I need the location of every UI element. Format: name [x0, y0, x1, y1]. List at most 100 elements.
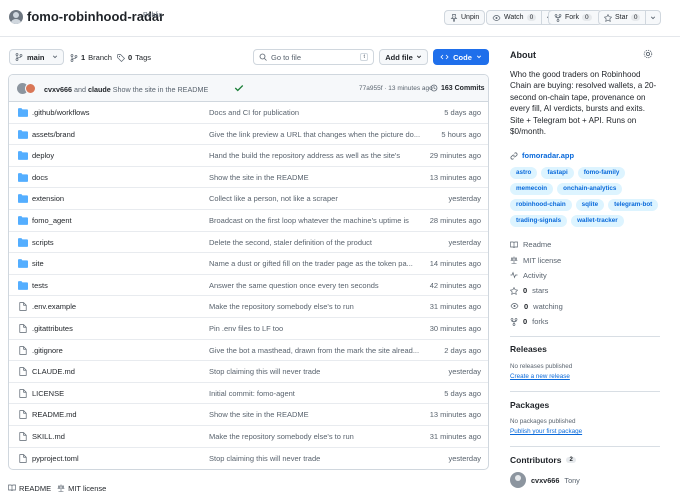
file-name[interactable]: LICENSE	[32, 389, 64, 398]
file-name[interactable]: deploy	[32, 151, 54, 160]
file-commit-message[interactable]: Answer the same question once every ten …	[209, 281, 421, 290]
file-name[interactable]: README.md	[32, 410, 77, 419]
file-commit-message[interactable]: Collect like a person, not like a scrape…	[209, 194, 421, 203]
file-commit-message[interactable]: Give the bot a masthead, drawn from the …	[209, 346, 421, 355]
file-commit-message[interactable]: Broadcast on the first loop whatever the…	[209, 216, 421, 225]
create-release-link[interactable]: Create a new release	[510, 373, 570, 380]
table-row[interactable]: docs Show the site in the README 13 minute…	[9, 167, 488, 189]
file-name[interactable]: pyproject.toml	[32, 454, 79, 463]
file-name[interactable]: tests	[32, 281, 48, 290]
check-icon[interactable]	[234, 83, 244, 93]
table-row[interactable]: assets/brand Give the link preview a URL …	[9, 124, 488, 146]
topic-tag[interactable]: robinhood-chain	[510, 199, 572, 211]
commits-history-link[interactable]: 163 Commits	[430, 84, 485, 92]
topic-tag[interactable]: fomo-family	[577, 167, 626, 179]
table-row[interactable]: .env.example Make the repository somebody…	[9, 296, 488, 318]
watching-link[interactable]: 0 watching	[510, 299, 660, 314]
table-row[interactable]: SKILL.md Make the repository somebody els…	[9, 426, 488, 448]
table-row[interactable]: pyproject.toml Stop claiming this will ne…	[9, 448, 488, 470]
publish-package-link[interactable]: Publish your first package	[510, 428, 582, 435]
file-commit-message[interactable]: Name a dust or gifted fill on the trader…	[209, 259, 421, 268]
tags-link[interactable]: 0 Tags	[117, 53, 151, 62]
file-name[interactable]: site	[32, 259, 44, 268]
star-dropdown[interactable]	[645, 11, 660, 24]
file-commit-message[interactable]: Docs and CI for publication	[209, 108, 421, 117]
branch-selector[interactable]: main	[9, 49, 64, 65]
gear-icon[interactable]	[643, 49, 653, 59]
website-link[interactable]: fomoradar.app	[510, 151, 574, 160]
file-name[interactable]: SKILL.md	[32, 432, 65, 441]
file-name[interactable]: extension	[32, 194, 64, 203]
releases-heading[interactable]: Releases	[510, 344, 547, 354]
table-row[interactable]: .gitattributes Pin .env files to LF too 30…	[9, 318, 488, 340]
file-commit-message[interactable]: Give the link preview a URL that changes…	[209, 130, 421, 139]
contributor-item[interactable]: cvxv666 Tony	[510, 472, 580, 488]
topic-tag[interactable]: telegram-bot	[608, 199, 659, 211]
file-commit-message[interactable]: Stop claiming this will never trade	[209, 367, 421, 376]
unpin-button[interactable]: Unpin	[444, 10, 486, 25]
table-row[interactable]: README.md Show the site in the README 13 m…	[9, 404, 488, 426]
file-commit-message[interactable]: Make the repository somebody else's to r…	[209, 432, 421, 441]
table-row[interactable]: scripts Delete the second, staler definit…	[9, 232, 488, 254]
readme-link[interactable]: Readme	[510, 237, 660, 252]
watch-button[interactable]: Watch 0	[486, 10, 558, 25]
avatar[interactable]	[510, 472, 526, 488]
star-button[interactable]: Star 0	[598, 10, 662, 25]
file-name[interactable]: docs	[32, 173, 48, 182]
packages-heading[interactable]: Packages	[510, 400, 549, 410]
go-to-file-input[interactable]: Go to file t	[253, 49, 374, 65]
table-row[interactable]: tests Answer the same question once every…	[9, 275, 488, 297]
table-row[interactable]: .github/workflows Docs and CI for publica…	[9, 102, 488, 124]
topic-tag[interactable]: memecoin	[510, 183, 554, 195]
table-row[interactable]: deploy Hand the build the repository addr…	[9, 145, 488, 167]
table-row[interactable]: fomo_agent Broadcast on the first loop wh…	[9, 210, 488, 232]
file-commit-message[interactable]: Delete the second, staler definition of …	[209, 238, 421, 247]
table-row[interactable]: extension Collect like a person, not like…	[9, 188, 488, 210]
topic-tag[interactable]: onchain-analytics	[557, 183, 623, 195]
file-name[interactable]: assets/brand	[32, 130, 75, 139]
commit-hash[interactable]: 77a955f	[359, 85, 383, 92]
license-link[interactable]: MIT license	[510, 252, 660, 267]
contributors-heading[interactable]: Contributors 2	[510, 455, 576, 465]
file-commit-message[interactable]: Show the site in the README	[209, 410, 421, 419]
forks-link[interactable]: 0 forks	[510, 314, 660, 329]
tab-readme[interactable]: README	[8, 482, 51, 492]
file-commit-message[interactable]: Stop claiming this will never trade	[209, 454, 421, 463]
table-row[interactable]: .gitignore Give the bot a masthead, drawn…	[9, 340, 488, 362]
file-commit-message[interactable]: Hand the build the repository address as…	[209, 151, 421, 160]
commit-author[interactable]: cvxv666	[44, 85, 72, 94]
table-row[interactable]: CLAUDE.md Stop claiming this will never t…	[9, 361, 488, 383]
table-row[interactable]: LICENSE Initial commit: fomo-agent 5 days …	[9, 383, 488, 405]
eye-icon	[510, 303, 519, 310]
file-commit-message[interactable]: Pin .env files to LF too	[209, 324, 421, 333]
file-name[interactable]: .gitattributes	[32, 324, 73, 333]
branch-name: main	[27, 52, 45, 62]
folder-icon	[18, 108, 28, 117]
coauthor-avatar[interactable]	[25, 83, 36, 94]
file-name[interactable]: .gitignore	[32, 346, 63, 355]
topic-tag[interactable]: sqlite	[575, 199, 605, 211]
commit-message[interactable]: Show the site in the README	[113, 85, 208, 94]
fork-button[interactable]: Fork 0	[548, 10, 602, 25]
topic-tag[interactable]: trading-signals	[510, 215, 568, 227]
topic-tag[interactable]: fastapi	[541, 167, 574, 179]
tab-license[interactable]: MIT license	[57, 482, 106, 492]
file-name[interactable]: CLAUDE.md	[32, 367, 75, 376]
file-name[interactable]: fomo_agent	[32, 216, 72, 225]
activity-link[interactable]: Activity	[510, 268, 660, 283]
add-file-button[interactable]: Add file	[379, 49, 428, 65]
topic-tag[interactable]: wallet-tracker	[571, 215, 624, 227]
file-name[interactable]: .env.example	[32, 302, 76, 311]
branches-link[interactable]: 1 Branch	[70, 53, 112, 62]
topic-tag[interactable]: astro	[510, 167, 538, 179]
owner-avatar[interactable]	[9, 10, 23, 24]
commit-coauthor[interactable]: claude	[88, 85, 111, 94]
file-name[interactable]: scripts	[32, 238, 54, 247]
file-commit-message[interactable]: Initial commit: fomo-agent	[209, 389, 421, 398]
stars-link[interactable]: 0 stars	[510, 283, 660, 298]
file-name[interactable]: .github/workflows	[32, 108, 90, 117]
table-row[interactable]: site Name a dust or gifted fill on the tr…	[9, 253, 488, 275]
file-commit-message[interactable]: Make the repository somebody else's to r…	[209, 302, 421, 311]
code-button[interactable]: Code	[433, 49, 489, 65]
file-commit-message[interactable]: Show the site in the README	[209, 173, 421, 182]
